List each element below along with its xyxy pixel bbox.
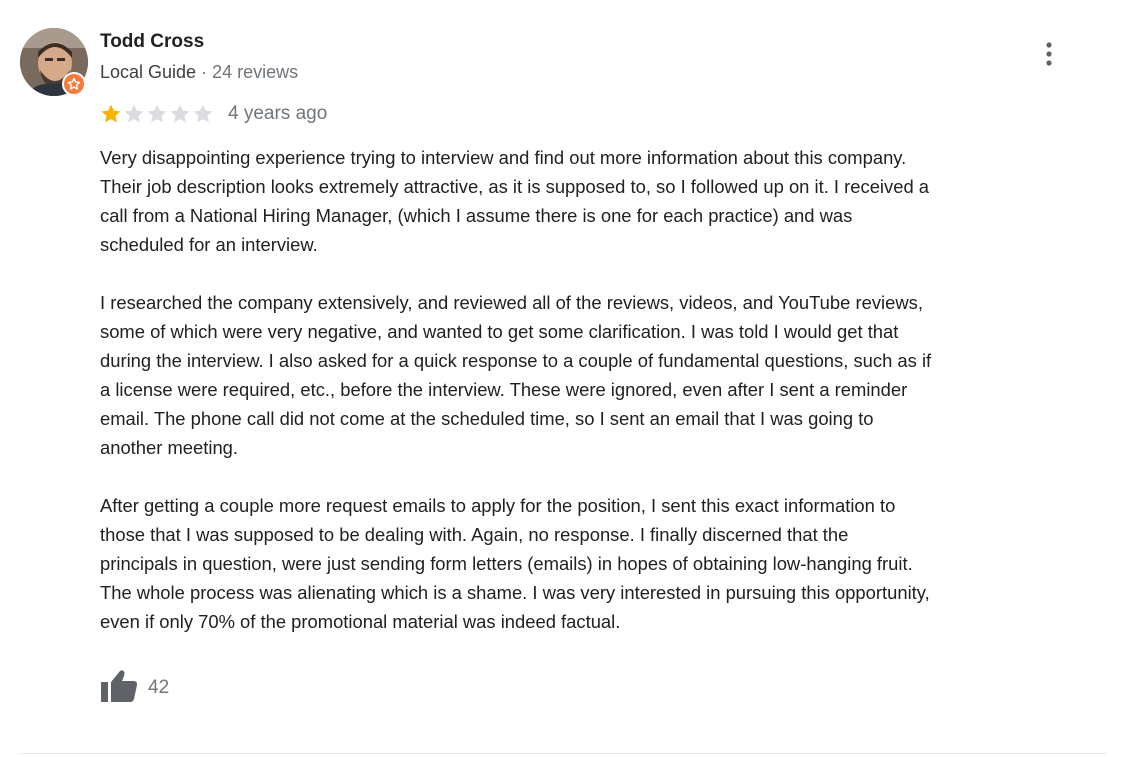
review-text: Very disappointing experience trying to … [100,143,1110,665]
reviewer-meta: Local Guide · 24 reviews [100,60,298,84]
review-paragraph: Very disappointing experience trying to … [100,147,930,255]
local-guide-label: Local Guide [100,62,197,82]
star-rating [100,100,215,128]
local-guide-badge-icon [62,72,86,96]
like-button[interactable]: 42 [100,669,170,708]
review-count: 24 reviews [212,62,299,82]
reviewer-name[interactable]: Todd Cross [100,30,204,54]
divider [20,753,1106,754]
meta-separator: · [196,62,213,82]
more-vert-icon[interactable] [1036,38,1062,72]
star-empty-icon [170,104,190,123]
review-date: 4 years ago [228,103,328,124]
star-empty-icon [124,104,144,123]
review-card: Todd Cross Local Guide · 24 reviews 4 ye… [0,0,1134,757]
star-empty-icon [147,104,167,123]
star-empty-icon [193,104,213,123]
review-paragraph: After getting a couple more request emai… [100,495,930,632]
review-paragraph: I researched the company extensively, an… [100,292,932,458]
star-filled-icon [101,104,121,123]
like-count: 42 [148,677,170,698]
reviewer-avatar[interactable] [20,28,88,96]
thumb-up-icon [100,669,138,708]
